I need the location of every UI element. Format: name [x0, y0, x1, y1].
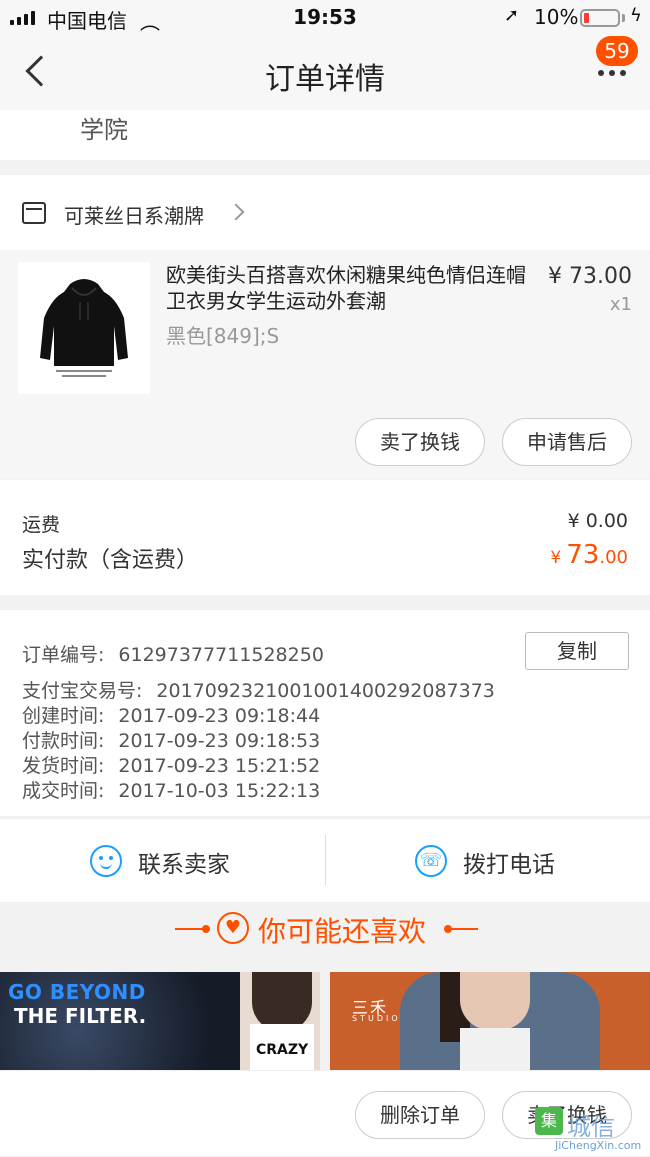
paid-amount: ¥ 73.00	[460, 540, 628, 570]
charging-icon: ϟ	[630, 5, 642, 26]
created-label: 创建时间:	[22, 705, 105, 727]
product-title[interactable]: 欧美街头百搭喜欢休闲糖果纯色情侣连帽卫衣男女学生运动外套潮	[166, 262, 536, 314]
product-quantity: x1	[609, 294, 632, 315]
recommend-title: 你可能还喜欢	[258, 915, 427, 948]
model-tee	[460, 1028, 530, 1070]
hoodie-image	[40, 279, 128, 377]
chevron-right-icon	[227, 203, 245, 221]
currency-symbol: ¥	[550, 548, 562, 568]
alipay-row: 支付宝交易号: 2017092321001001400292087373	[22, 676, 495, 703]
delete-order-button[interactable]: 删除订单	[355, 1091, 485, 1139]
order-info: 订单编号: 61297377711528250 复制 支付宝交易号: 2017092…	[0, 610, 650, 816]
watermark-logo-icon: 集	[535, 1107, 563, 1135]
watermark-url: JiChengXin.com	[555, 1139, 642, 1152]
chat-icon	[90, 845, 122, 877]
shipping-label: 运费	[22, 514, 61, 536]
battery-icon	[580, 9, 620, 27]
paid-time: 2017-09-23 09:18:53	[118, 730, 321, 752]
after-sale-button[interactable]: 申请售后	[502, 418, 632, 466]
card-slogan-line2: THE FILTER.	[14, 1004, 147, 1028]
closed-row: 成交时间: 2017-10-03 15:22:13	[22, 776, 320, 803]
watermark: 集 城信 JiChengXin.com	[535, 1107, 650, 1157]
closed-time: 2017-10-03 15:22:13	[118, 780, 321, 802]
shirt-print: CRAZY	[256, 1042, 309, 1058]
product-price: ¥ 73.00	[548, 264, 632, 289]
shipping-value: ¥ 0.00	[567, 510, 628, 532]
sell-button[interactable]: 卖了换钱	[355, 418, 485, 466]
model-face	[460, 972, 530, 1030]
created-row: 创建时间: 2017-09-23 09:18:44	[22, 701, 320, 728]
contact-seller-button[interactable]: 联系卖家	[0, 819, 325, 903]
notification-badge: 59	[596, 36, 638, 66]
recommend-header: ♥ 你可能还喜欢	[0, 902, 650, 972]
closed-label: 成交时间:	[22, 780, 105, 802]
alipay-number: 2017092321001001400292087373	[156, 680, 495, 702]
call-button[interactable]: ☏ 拨打电话	[325, 819, 650, 903]
order-number-row: 订单编号: 61297377711528250	[22, 640, 324, 667]
status-bar: 中国电信 ︵ 19:53 ➚ 10% ϟ	[0, 0, 650, 36]
copy-button[interactable]: 复制	[525, 632, 629, 670]
phone-icon: ☏	[415, 845, 447, 877]
store-name: 可莱丝日系潮牌	[64, 204, 204, 228]
contact-bar: 联系卖家 ☏ 拨打电话	[0, 818, 650, 902]
product-sku: 黑色[849];S	[166, 324, 280, 348]
paid-row: 付款时间: 2017-09-23 09:18:53	[22, 726, 320, 753]
shipped-row: 发货时间: 2017-09-23 15:21:52	[22, 751, 320, 778]
alipay-label: 支付宝交易号:	[22, 680, 143, 702]
address-section: 学院	[0, 110, 650, 160]
recommend-card[interactable]: 三禾 STUDIO	[330, 972, 650, 1070]
recommend-card[interactable]: GO BEYOND THE FILTER. CRAZY	[0, 972, 320, 1070]
nav-bar: 订单详情 59	[0, 36, 650, 110]
location-icon: ➚	[504, 5, 520, 26]
battery-tip	[622, 14, 625, 22]
address-text: 学院	[80, 116, 128, 144]
shipped-label: 发货时间:	[22, 755, 105, 777]
heart-icon: ♥	[217, 912, 249, 944]
contact-seller-label: 联系卖家	[138, 852, 230, 878]
store-row[interactable]: 可莱丝日系潮牌	[0, 175, 650, 250]
order-number-label: 订单编号:	[22, 644, 105, 666]
decor-line-right	[448, 928, 478, 930]
shipped-time: 2017-09-23 15:21:52	[118, 755, 321, 777]
order-number: 61297377711528250	[118, 644, 324, 666]
call-label: 拨打电话	[463, 852, 555, 878]
paid-dec: .00	[599, 547, 628, 568]
page-title: 订单详情	[265, 62, 385, 97]
paid-label: 实付款（含运费）	[22, 548, 199, 573]
product-image[interactable]	[18, 262, 150, 394]
decor-line-left	[175, 928, 205, 930]
watermark-text: 城信	[567, 1113, 615, 1141]
card-slogan-line1: GO BEYOND	[8, 980, 146, 1004]
created-time: 2017-09-23 09:18:44	[118, 705, 321, 727]
decor-dot-left	[202, 925, 210, 933]
paid-int: 73	[566, 540, 600, 570]
bottom-action-bar: 删除订单 卖了换钱 集 城信 JiChengXin.com	[0, 1070, 650, 1156]
card-brand-sub: STUDIO	[352, 1014, 401, 1023]
battery-percent: 10%	[534, 5, 579, 29]
store-icon	[22, 202, 46, 224]
product-item: 欧美街头百搭喜欢休闲糖果纯色情侣连帽卫衣男女学生运动外套潮 黑色[849];S …	[0, 250, 650, 478]
payment-summary: 运费 ¥ 0.00 实付款（含运费） ¥ 73.00	[0, 480, 650, 595]
paid-time-label: 付款时间:	[22, 730, 105, 752]
